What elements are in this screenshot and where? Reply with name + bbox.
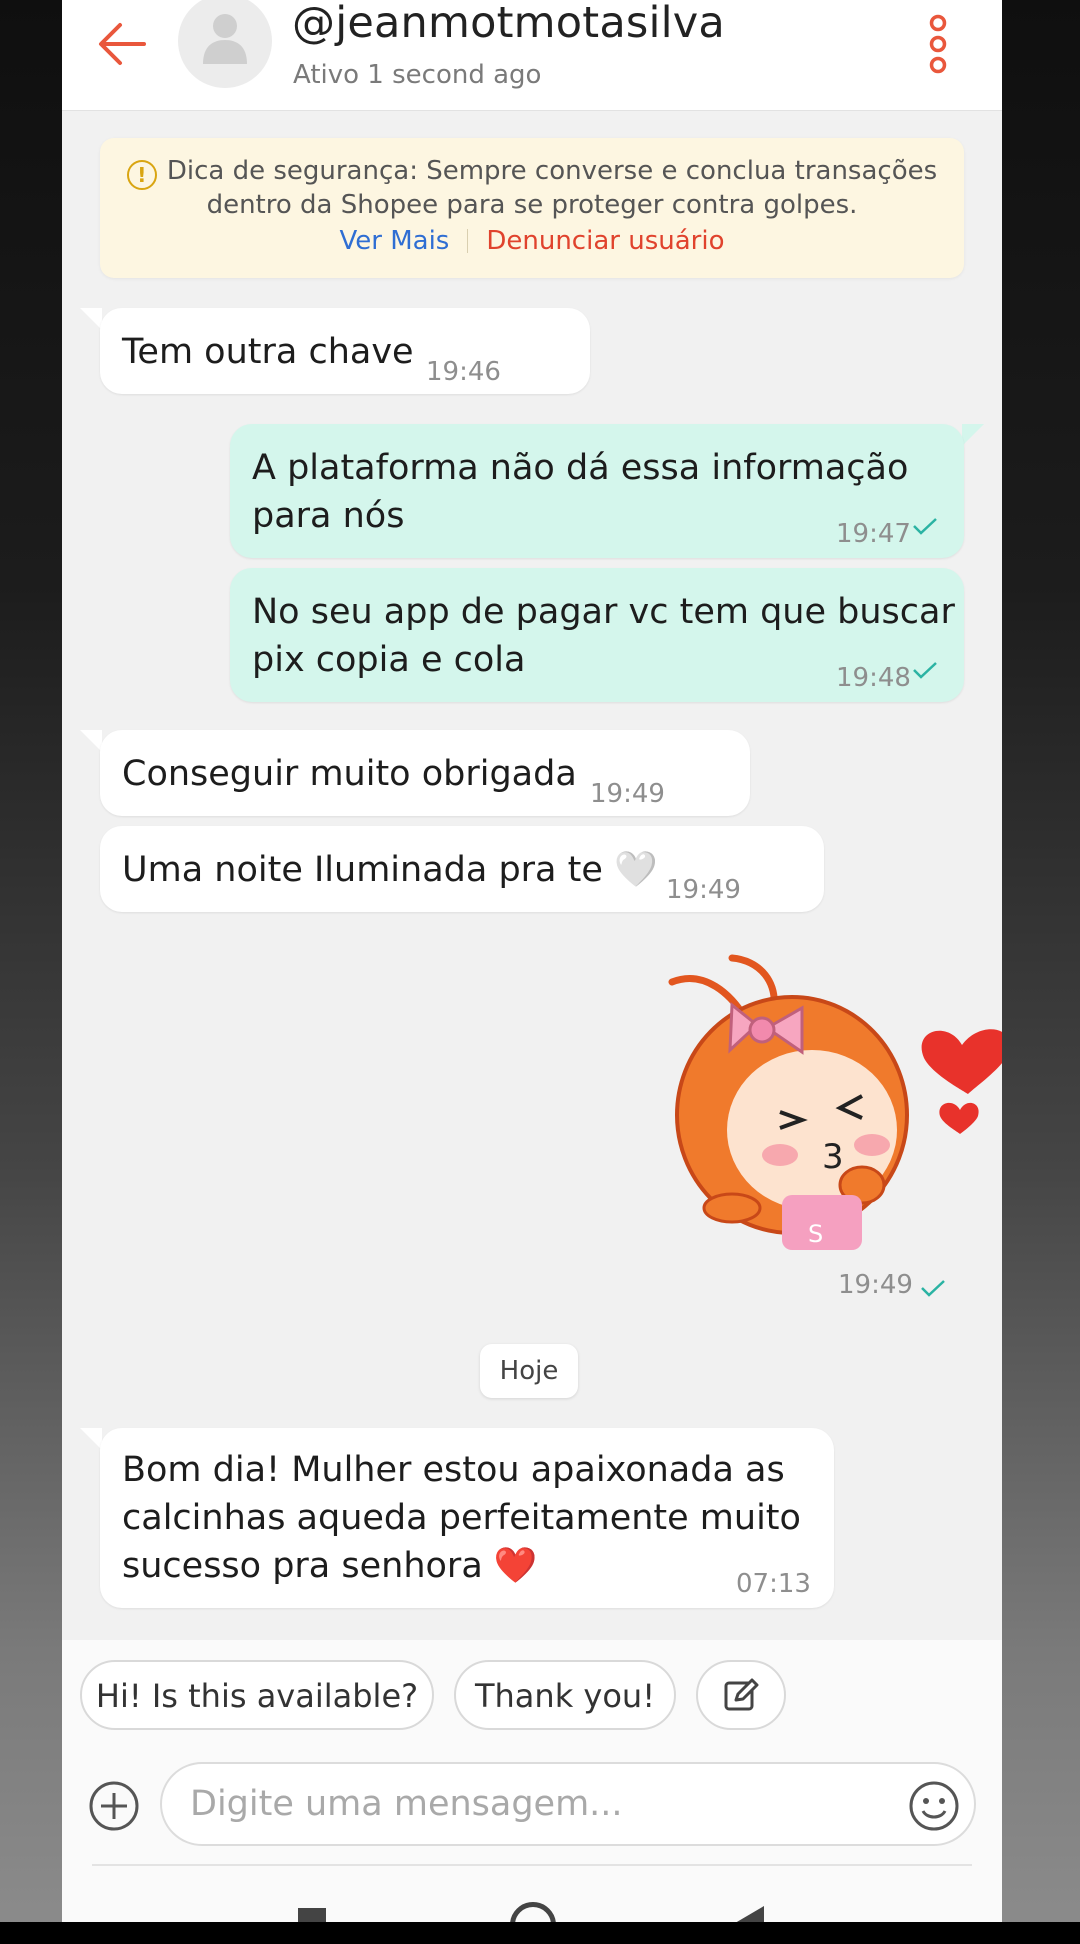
nav-recents-icon[interactable] <box>298 1908 326 1922</box>
divider <box>467 229 469 253</box>
more-options-icon[interactable] <box>925 14 951 74</box>
quick-reply-available[interactable]: Hi! Is this available? <box>80 1660 434 1730</box>
message-text-line: sucesso pra senhora ❤️ <box>122 1546 538 1586</box>
message-text-line: A plataforma não dá essa informação <box>252 448 909 488</box>
message-incoming[interactable]: Uma noite Iluminada pra te 🤍 19:49 <box>100 826 824 912</box>
sticker-letter: S <box>808 1220 823 1248</box>
warning-icon: ! <box>126 160 157 190</box>
message-time: 19:49 <box>590 779 665 809</box>
message-input[interactable]: Digite uma mensagem... <box>160 1762 976 1846</box>
sent-check-icon <box>913 662 937 679</box>
user-placeholder-icon <box>203 14 247 64</box>
see-more-link[interactable]: Ver Mais <box>340 226 450 256</box>
svg-text:3: 3 <box>822 1137 844 1177</box>
bubble-tail <box>80 1428 102 1450</box>
kissing-girl-sticker-icon: 3 S <box>668 954 1002 1250</box>
report-user-link[interactable]: Denunciar usuário <box>486 226 724 256</box>
chat-header: @jeanmotmotasilva Ativo 1 second ago <box>62 0 1002 111</box>
plus-circle-icon <box>89 1781 139 1831</box>
online-status: Ativo 1 second ago <box>293 60 542 90</box>
message-incoming[interactable]: Bom dia! Mulher estou apaixonada as calc… <box>100 1428 834 1608</box>
message-text-line: calcinhas aqueda perfeitamente muito <box>122 1498 801 1538</box>
sent-check-icon <box>913 518 937 535</box>
message-text-line: para nós <box>252 496 405 536</box>
message-text: Uma noite Iluminada pra te 🤍 <box>122 850 658 890</box>
bubble-tail <box>80 308 102 330</box>
chat-screen: @jeanmotmotasilva Ativo 1 second ago ! Di… <box>62 0 1002 1922</box>
message-incoming[interactable]: Tem outra chave 19:46 <box>100 308 590 394</box>
message-text: Conseguir muito obrigada <box>122 754 577 794</box>
message-time: 19:49 <box>666 875 741 905</box>
message-time: 19:46 <box>426 357 501 387</box>
message-time: 19:49 <box>838 1270 913 1300</box>
sticker-message[interactable]: 3 S <box>662 950 1002 1250</box>
nav-back-icon[interactable] <box>730 1906 764 1922</box>
message-text: Tem outra chave <box>122 332 414 372</box>
edit-quick-replies-button[interactable] <box>696 1660 786 1730</box>
message-time: 19:48 <box>836 663 911 693</box>
message-text-line: Bom dia! Mulher estou apaixonada as <box>122 1450 785 1490</box>
safety-tip-text-2: dentro da Shopee para se proteger contra… <box>206 190 858 220</box>
screen-bottom-edge <box>0 1922 1080 1944</box>
message-text-line: No seu app de pagar vc tem que buscar <box>252 592 955 632</box>
bubble-tail <box>80 730 102 752</box>
chat-username[interactable]: @jeanmotmotasilva <box>292 0 725 48</box>
message-input-placeholder: Digite uma mensagem... <box>190 1784 623 1824</box>
safety-tip-text: Dica de segurança: Sempre converse e con… <box>166 156 938 186</box>
message-text-line: pix copia e cola <box>252 640 526 680</box>
sent-check-icon <box>921 1280 945 1297</box>
avatar[interactable] <box>178 0 272 88</box>
safety-tip-banner: ! Dica de segurança: Sempre converse e co… <box>100 138 964 278</box>
message-outgoing[interactable]: A plataforma não dá essa informação para… <box>230 424 964 558</box>
message-incoming[interactable]: Conseguir muito obrigada 19:49 <box>100 730 750 816</box>
divider <box>92 1864 972 1866</box>
date-divider: Hoje <box>480 1344 578 1398</box>
message-time: 19:47 <box>836 519 911 549</box>
emoji-icon[interactable] <box>908 1780 960 1832</box>
message-outgoing[interactable]: No seu app de pagar vc tem que buscar pi… <box>230 568 964 702</box>
quick-reply-thank-you[interactable]: Thank you! <box>454 1660 676 1730</box>
add-attachment-button[interactable] <box>88 1780 140 1832</box>
bubble-tail <box>962 424 984 446</box>
edit-icon <box>724 1678 759 1711</box>
message-time: 07:13 <box>736 1569 811 1599</box>
back-arrow-icon[interactable] <box>92 14 152 74</box>
